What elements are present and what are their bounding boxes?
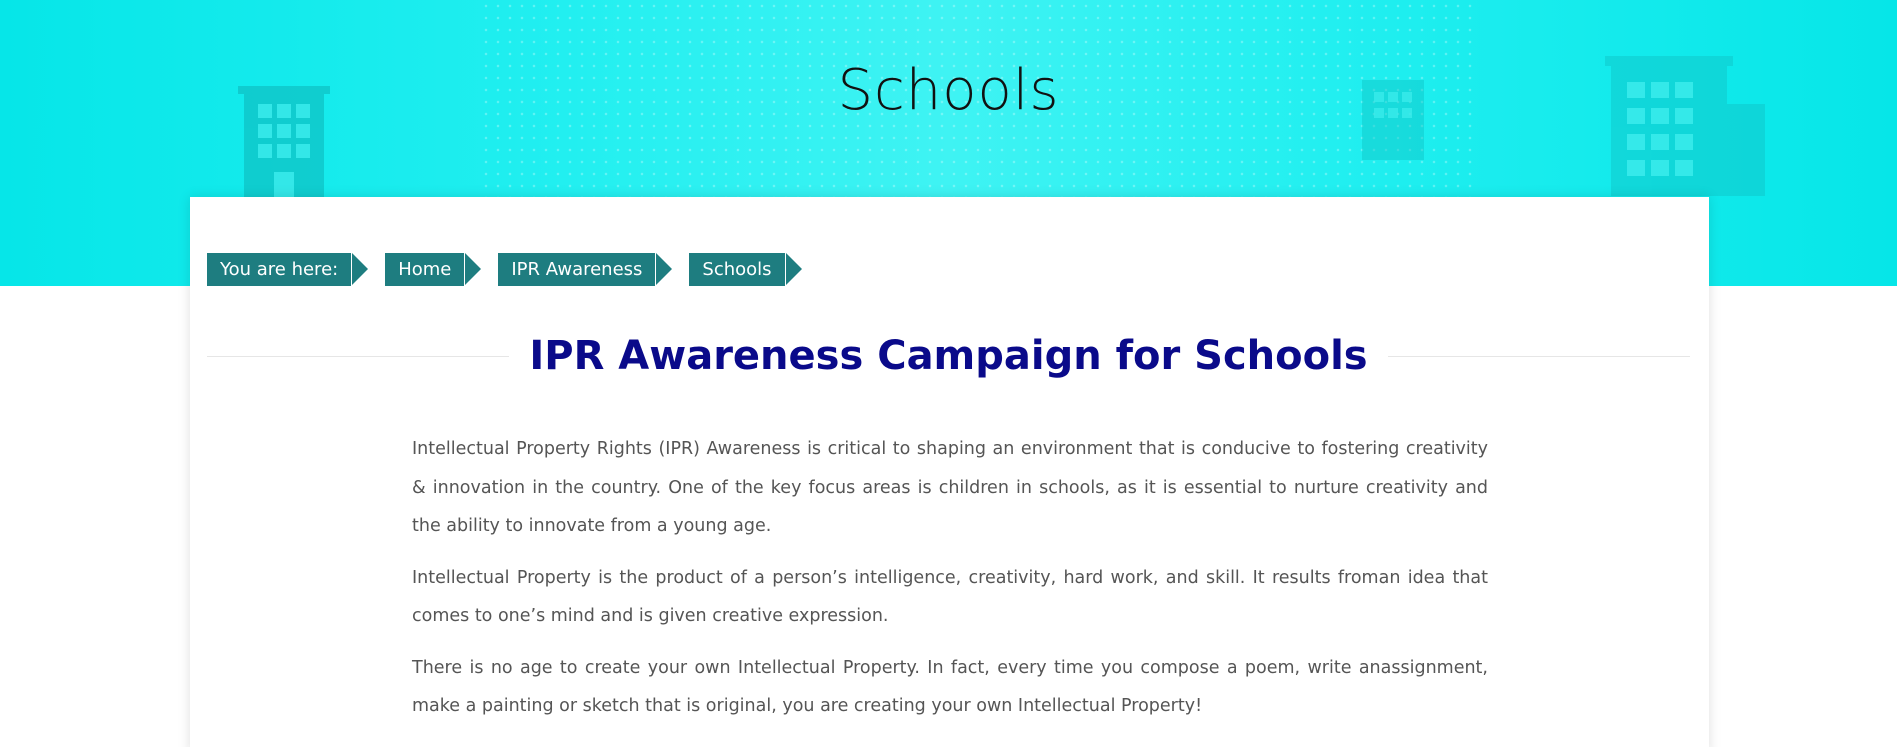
paragraph: Intellectual Property Rights (IPR) Aware… <box>412 439 1488 536</box>
breadcrumb-prefix: You are here: <box>207 253 369 286</box>
page-title: Schools <box>837 58 1060 123</box>
main-heading: IPR Awareness Campaign for Schools <box>529 333 1368 379</box>
heading-divider-right <box>1387 355 1690 357</box>
paragraph: There is no age to create your own Intel… <box>412 657 1488 717</box>
breadcrumb-ipr-awareness-link[interactable]: IPR Awareness <box>498 253 673 286</box>
heading-divider-left <box>207 355 510 357</box>
breadcrumb-home-link[interactable]: Home <box>385 253 482 286</box>
breadcrumb-current-schools: Schools <box>689 253 802 286</box>
section-heading: IPR Awareness Campaign for Schools <box>207 326 1690 386</box>
paragraph: Intellectual Property is the product of … <box>412 567 1488 627</box>
main-content: Intellectual Property Rights (IPR) Aware… <box>412 430 1488 739</box>
breadcrumb: You are here: Home IPR Awareness Schools <box>207 253 819 286</box>
